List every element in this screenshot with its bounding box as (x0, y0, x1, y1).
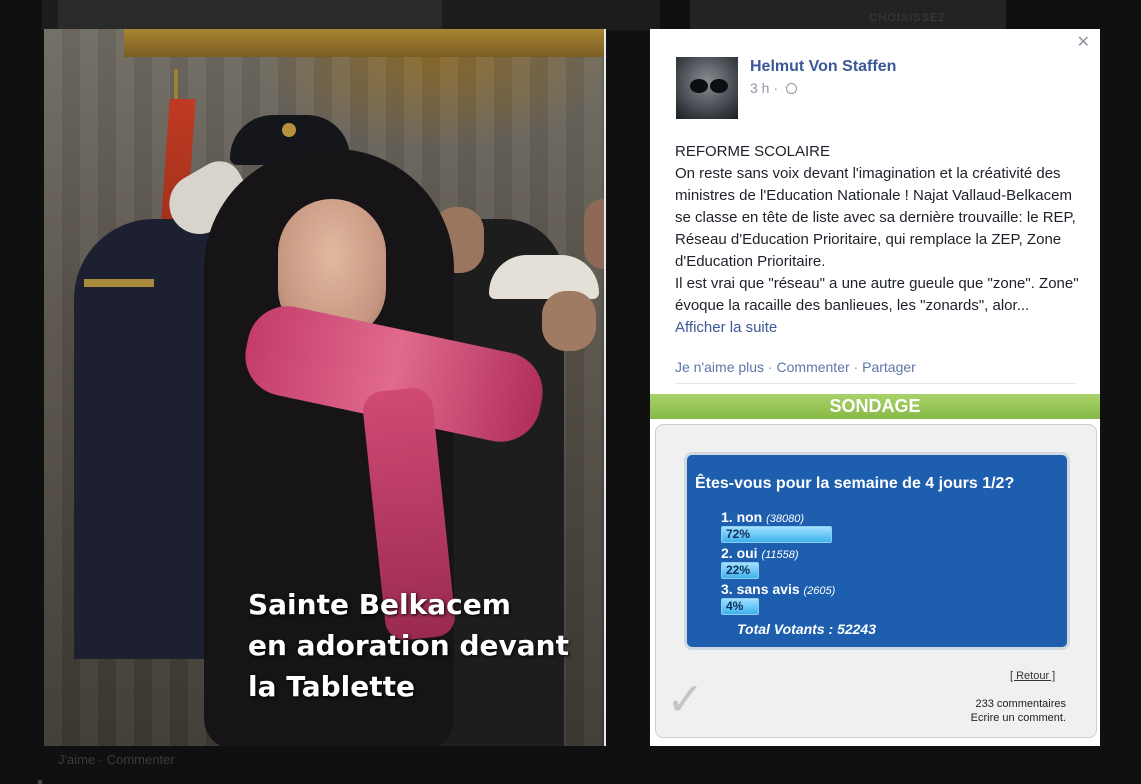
poll-option-label: 1. non (38080) (721, 509, 804, 525)
close-icon[interactable]: ✕ (1077, 35, 1090, 51)
checkmark-icon: ✓ (666, 673, 705, 725)
poll-box: Êtes-vous pour la semaine de 4 jours 1/2… (684, 452, 1070, 650)
post-actions: Je n'aime plus · Commenter · Partager (675, 359, 916, 375)
post-body: REFORME SCOLAIRE On reste sans voix deva… (675, 141, 1080, 339)
globe-icon (785, 83, 797, 94)
poll-result-percent: 4% (726, 599, 744, 613)
poll-result-bar: 72% (721, 526, 832, 543)
avatar[interactable] (676, 57, 738, 119)
post-timestamp[interactable]: 3 h · (750, 80, 778, 96)
stage-divider (604, 29, 606, 746)
poll-result-percent: 22% (726, 563, 751, 577)
caption-line-2: en adoration devant (248, 629, 569, 662)
post-paragraph-2: Il est vrai que "réseau" a une autre gue… (675, 273, 1080, 339)
background-post-actions: J'aime · Commenter (58, 752, 175, 767)
poll-total-votes: Total Votants : 52243 (737, 621, 877, 637)
avatar-right-eye (710, 79, 728, 93)
post-paragraph-1: On reste sans voix devant l'imagination … (675, 165, 1076, 270)
caption-line-3: la Tablette (248, 670, 416, 703)
see-more-link[interactable]: Afficher la suite (675, 319, 777, 336)
photo-officer-head (542, 291, 596, 351)
poll-result-bar: 4% (721, 598, 759, 615)
poll-banner: SONDAGE (650, 394, 1100, 419)
poll-option-label: 3. sans avis (2605) (721, 581, 835, 597)
share-link[interactable]: Partager (862, 359, 916, 375)
background-post-card (42, 0, 660, 30)
background-card-text: CHOISISSEZ (869, 12, 946, 24)
poll-comments: 233 commentaires Ecrire un comment. (971, 697, 1066, 725)
poll-return-link[interactable]: [ Retour ] (1010, 670, 1055, 682)
comment-link[interactable]: Commenter (777, 359, 850, 375)
avatar-left-eye (690, 79, 708, 93)
poll-result-bar: 22% (721, 562, 759, 579)
poll-comments-count[interactable]: 233 commentaires (971, 697, 1067, 711)
author-name[interactable]: Helmut Von Staffen (750, 58, 896, 76)
poll-result-percent: 72% (726, 527, 751, 541)
poll-option-label: 2. oui (11558) (721, 545, 799, 561)
background-marker (38, 780, 42, 784)
poll-write-comment[interactable]: Ecrire un comment. (971, 711, 1066, 725)
poll-option-name: 3. sans avis (721, 581, 800, 597)
action-separator: · (767, 359, 773, 375)
post-paragraph-title: REFORME SCOLAIRE (675, 143, 831, 160)
photo-white-cap (489, 255, 599, 299)
caption-line-1: Sainte Belkacem (248, 588, 511, 621)
poll-question: Êtes-vous pour la semaine de 4 jours 1/2… (695, 475, 1015, 492)
background-side-card: CHOISISSEZ (690, 0, 1006, 30)
background-image (58, 0, 442, 30)
poll-option-votes: (2605) (803, 585, 836, 597)
photo-viewer-image[interactable]: Sainte Belkacem en adoration devant la T… (44, 29, 606, 746)
post-paragraph-2-text: Il est vrai que "réseau" a une autre gue… (675, 275, 1079, 314)
poll-option-name: 2. oui (721, 545, 758, 561)
actions-divider (675, 383, 1075, 384)
poll-option-votes: (38080) (766, 513, 805, 525)
photo-caption: Sainte Belkacem en adoration devant la T… (248, 584, 598, 707)
photo-ceiling (124, 29, 606, 57)
photo-officer-braid (84, 279, 154, 287)
unlike-link[interactable]: Je n'aime plus (675, 359, 764, 375)
poll-option-votes: (11558) (761, 549, 799, 561)
post-meta: 3 h · (750, 80, 797, 96)
photo-man-head-right (584, 199, 606, 269)
poll-option-name: 1. non (721, 509, 763, 525)
action-separator: · (853, 359, 859, 375)
